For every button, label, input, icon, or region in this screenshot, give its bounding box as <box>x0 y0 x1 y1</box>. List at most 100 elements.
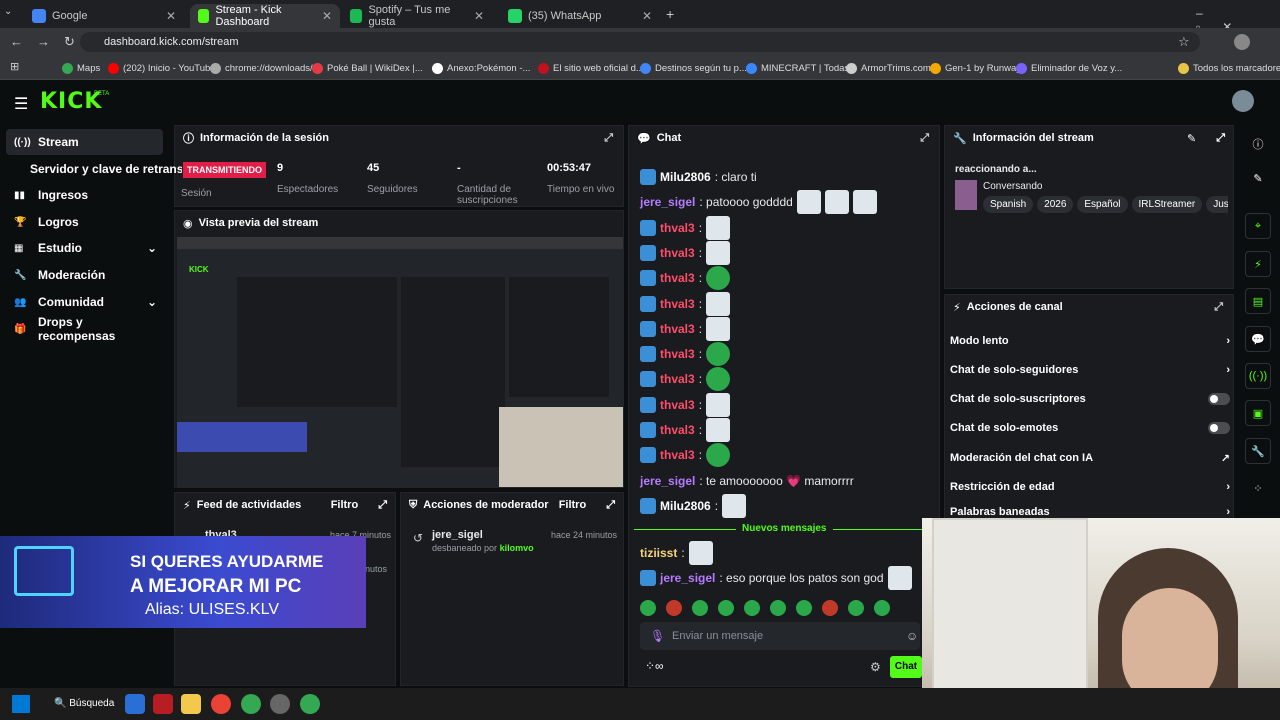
chevron-down-icon[interactable]: ⌄ <box>147 241 157 255</box>
chat-username[interactable]: jere_sigel <box>640 195 695 209</box>
bookmark-item[interactable]: Gen-1 by Runway <box>930 60 1021 76</box>
settings-icon[interactable]: ⚙ <box>870 660 881 674</box>
chat-username[interactable]: Milu2806 <box>660 499 711 513</box>
emoji-icon[interactable]: ☺ <box>906 629 918 643</box>
taskbar-search[interactable]: 🔍 Búsqueda <box>50 694 120 714</box>
preview-video[interactable]: KICK <box>177 237 623 487</box>
dots-icon[interactable]: ⁘ <box>1245 475 1271 501</box>
profile-avatar[interactable] <box>1234 34 1250 50</box>
expand-icon[interactable]: ⤢ <box>606 499 615 512</box>
chat-username[interactable]: thval3 <box>660 271 695 285</box>
broadcast-icon[interactable]: ((·)) <box>1245 363 1271 389</box>
layout-icon[interactable]: ▣ <box>1245 400 1271 426</box>
browser-tab[interactable]: Stream - Kick Dashboard ✕ <box>190 4 340 28</box>
mod-action-user[interactable]: jere_sigel <box>432 529 483 541</box>
emote-icon[interactable] <box>822 600 838 616</box>
chevron-down-icon[interactable]: ⌄ <box>147 295 157 309</box>
taskbar-app-icon[interactable] <box>270 694 290 714</box>
emote-icon[interactable] <box>744 600 760 616</box>
bookmark-item[interactable]: (202) Inicio - YouTube <box>108 60 216 76</box>
close-tab-icon[interactable]: ✕ <box>642 9 652 23</box>
tab-search-icon[interactable]: ⌄ <box>4 6 22 22</box>
url-field[interactable]: dashboard.kick.com/stream <box>80 32 1200 52</box>
sidebar-item[interactable]: 🏆 Logros <box>6 209 163 235</box>
activity-filter-button[interactable]: Filtro <box>331 499 359 511</box>
bookmark-item[interactable]: Eliminador de Voz y... <box>1016 60 1122 76</box>
target-icon[interactable]: ⌖ <box>1245 213 1271 239</box>
sidebar-item[interactable]: 🎁 Drops y recompensas <box>6 315 163 343</box>
sidebar-item[interactable]: ▦ Estudio ⌄ <box>6 235 163 261</box>
chat-message[interactable]: jere_sigel: eso porque los patos son god <box>640 566 912 590</box>
edit-icon[interactable]: ✎ <box>1245 165 1271 191</box>
nav-buttons[interactable]: ←→↻ <box>10 34 89 50</box>
sidebar-item[interactable]: Servidor y clave de retransmisión <box>22 156 182 182</box>
chevron-right-icon[interactable]: › <box>1226 506 1230 518</box>
bookmark-item[interactable]: Maps <box>62 60 100 76</box>
chat-username[interactable]: thval3 <box>660 448 695 462</box>
edit-icon[interactable]: ✎ <box>1187 132 1196 145</box>
chat-message[interactable]: tiziisst: <box>640 541 713 565</box>
stream-tag[interactable]: Español <box>1077 196 1128 213</box>
chat-message[interactable]: thval3: <box>640 215 731 240</box>
bookmark-item[interactable]: chrome://downloads/ <box>210 60 313 76</box>
sidebar-item[interactable]: 👥 Comunidad ⌄ <box>6 289 163 315</box>
chrome-icon[interactable] <box>211 694 231 714</box>
chat-message[interactable]: thval3: <box>640 443 731 468</box>
wrench-icon[interactable]: 🔧 <box>1245 438 1271 464</box>
emote-icon[interactable] <box>848 600 864 616</box>
emote-icon[interactable] <box>718 600 734 616</box>
channel-action[interactable]: Chat de solo-suscriptores <box>950 389 1230 409</box>
chat-username[interactable]: thval3 <box>660 297 695 311</box>
bookmark-item[interactable]: ArmorTrims.com <box>846 60 931 76</box>
mic-icon[interactable]: 🎙 <box>650 629 665 643</box>
chat-username[interactable]: tiziisst <box>640 546 677 560</box>
chat-message[interactable]: Milu2806: <box>640 493 747 518</box>
chat-username[interactable]: Milu2806 <box>660 170 711 184</box>
toggle-switch[interactable] <box>1208 422 1230 434</box>
chat-username[interactable]: thval3 <box>660 246 695 260</box>
chat-username[interactable]: thval3 <box>660 423 695 437</box>
chat-username[interactable]: jere_sigel <box>640 474 695 488</box>
user-avatar[interactable] <box>1232 90 1254 112</box>
chat-username[interactable]: thval3 <box>660 221 695 235</box>
chat-message[interactable]: thval3: <box>640 418 731 442</box>
chat-input[interactable]: Enviar un mensaje <box>640 622 920 650</box>
chat-icon[interactable]: 💬 <box>1245 326 1271 352</box>
chat-message[interactable]: thval3: <box>640 291 731 316</box>
emote-icon[interactable] <box>770 600 786 616</box>
chat-message[interactable]: thval3: <box>640 240 731 265</box>
infinity-icon[interactable]: ⁘∞ <box>645 659 664 673</box>
category-name[interactable]: Conversando <box>983 181 1042 192</box>
close-tab-icon[interactable]: ✕ <box>166 9 176 23</box>
channel-action[interactable]: Chat de solo-seguidores › <box>950 360 1230 380</box>
bookmark-star-icon[interactable]: ☆ <box>1178 34 1190 50</box>
channel-action[interactable]: Palabras baneadas › <box>950 506 1230 518</box>
close-tab-icon[interactable]: ✕ <box>474 9 484 23</box>
close-tab-icon[interactable]: ✕ <box>322 9 332 23</box>
chat-message[interactable]: Milu2806: claro ti <box>640 166 757 188</box>
stream-tag[interactable]: JustC <box>1206 196 1228 213</box>
expand-icon[interactable]: ⤢ <box>1216 132 1225 145</box>
bookmark-item[interactable]: Todos los marcadores <box>1178 60 1280 76</box>
chevron-right-icon[interactable]: › <box>1226 481 1230 493</box>
emote-icon[interactable] <box>874 600 890 616</box>
chat-username[interactable]: thval3 <box>660 347 695 361</box>
stream-tag[interactable]: IRLStreamer <box>1131 196 1203 213</box>
bookmark-item[interactable]: Destinos según tu p... <box>640 60 747 76</box>
expand-icon[interactable]: ⤢ <box>1214 301 1223 314</box>
chrome-icon[interactable] <box>300 694 320 714</box>
windows-start-icon[interactable] <box>12 695 30 713</box>
chevron-right-icon[interactable]: › <box>1226 364 1230 376</box>
list-icon[interactable]: ▤ <box>1245 288 1271 314</box>
bookmark-item[interactable]: Poké Ball | WikiDex |... <box>312 60 423 76</box>
emote-icon[interactable] <box>796 600 812 616</box>
sidebar-item[interactable]: ((·)) Stream <box>6 129 163 155</box>
bookmark-item[interactable]: Anexo:Pokémon -... <box>432 60 530 76</box>
chat-message[interactable]: thval3: <box>640 392 731 417</box>
chat-message[interactable]: jere_sigel: patoooo godddd <box>640 190 877 215</box>
browser-tab[interactable]: Google ✕ <box>24 4 184 28</box>
mod-filter-button[interactable]: Filtro <box>559 499 587 511</box>
chat-message[interactable]: thval3: <box>640 342 731 367</box>
menu-icon[interactable]: ☰ <box>14 94 28 114</box>
sidebar-item[interactable]: ▮▮ Ingresos <box>6 182 163 208</box>
